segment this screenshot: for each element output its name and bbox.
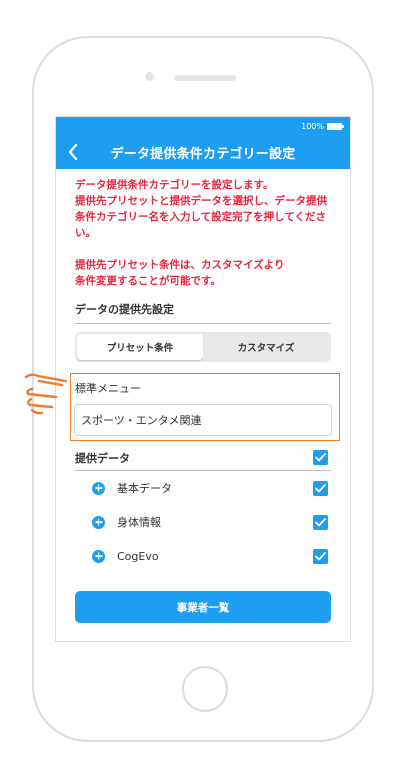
list-item-label: CogEvo (117, 549, 159, 563)
home-button[interactable] (182, 666, 228, 712)
battery-icon (327, 122, 344, 130)
provided-data-list: 提供データ 基本データ 身体情報 CogEvo (75, 447, 331, 573)
speaker-slot (174, 75, 236, 81)
notice-text-1: データ提供条件カテゴリーを設定します。 提供先プリセットと提供データを選択し、デ… (75, 179, 327, 239)
operators-list-button[interactable]: 事業者一覧 (75, 591, 331, 623)
provided-data-header-label: 提供データ (75, 451, 130, 465)
list-item: CogEvo (75, 539, 331, 573)
tab-preset-conditions[interactable]: プリセット条件 (77, 334, 203, 360)
standard-menu-label: 標準メニュー (75, 382, 141, 395)
main-content: データ提供条件カテゴリーを設定します。 提供先プリセットと提供データを選択し、デ… (56, 169, 350, 362)
app-screen: 100% データ提供条件カテゴリー設定 データ提供条件カテゴリーを設定します。 … (55, 116, 351, 642)
pointing-hand-icon (24, 373, 68, 415)
status-bar: 100% (56, 117, 350, 135)
navigation-bar: データ提供条件カテゴリー設定 (56, 135, 350, 169)
standard-menu-select[interactable]: スポーツ・エンタメ関連 (74, 404, 332, 436)
tab-customize[interactable]: カスタマイズ (203, 334, 329, 360)
provided-data-all-checkbox[interactable] (313, 450, 328, 465)
page-title: データ提供条件カテゴリー設定 (110, 146, 296, 162)
list-item-checkbox[interactable] (313, 548, 328, 564)
camera-dot (145, 72, 154, 81)
notice-text-2: 提供先プリセット条件は、カスタマイズより 条件変更することが可能です。 (75, 259, 285, 287)
preset-segmented-control: プリセット条件 カスタマイズ (75, 332, 331, 362)
battery-percent: 100% (301, 121, 324, 131)
list-item-label: 基本データ (117, 482, 172, 495)
plus-circle-icon[interactable] (92, 481, 105, 495)
plus-circle-icon[interactable] (92, 549, 105, 563)
back-chevron-icon[interactable] (64, 141, 82, 163)
plus-circle-icon[interactable] (92, 515, 105, 529)
list-item: 基本データ (75, 471, 331, 505)
list-item-checkbox[interactable] (313, 514, 328, 530)
list-item-checkbox[interactable] (313, 480, 328, 496)
list-item: 身体情報 (75, 505, 331, 539)
list-item-label: 身体情報 (117, 516, 161, 529)
standard-menu-highlight: 標準メニュー スポーツ・エンタメ関連 (70, 373, 340, 441)
provided-data-header: 提供データ (75, 447, 331, 471)
provider-settings-title: データの提供先設定 (75, 301, 331, 324)
